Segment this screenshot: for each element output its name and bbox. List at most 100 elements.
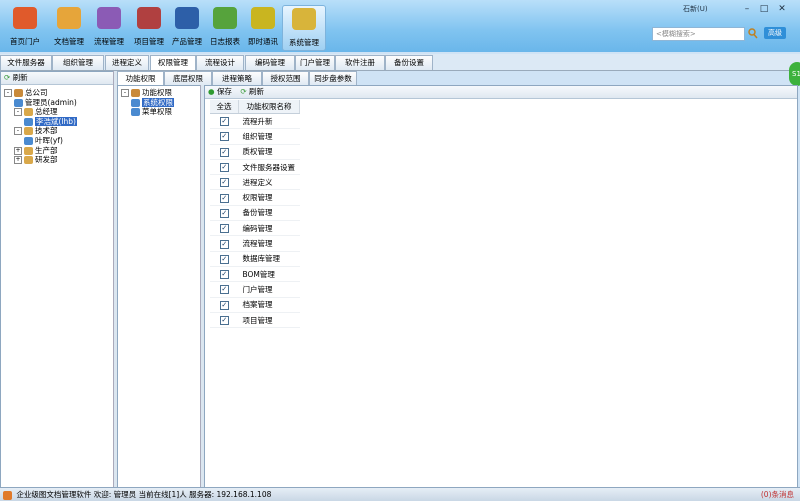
tab-module-0[interactable]: 文件服务器	[0, 55, 52, 70]
search-input[interactable]: <模糊搜索>	[652, 27, 745, 41]
permission-name: 进程定义	[238, 174, 300, 191]
permission-toolbar: ● 保存 ⟳ 刷新	[205, 86, 797, 99]
org-refresh-label: 刷新	[12, 73, 28, 82]
table-row: ✓ 数据库管理	[210, 251, 300, 267]
permission-name: 档案管理	[238, 297, 300, 313]
save-button[interactable]: ● 保存	[208, 87, 234, 96]
permission-checkbox[interactable]: ✓	[219, 270, 229, 280]
refresh-button[interactable]: ⟳ 刷新	[240, 87, 264, 96]
permission-name: 项目管理	[238, 312, 300, 329]
permission-name: BOM管理	[238, 266, 300, 283]
nav-label: 系统管理	[289, 38, 319, 47]
nav-report-button[interactable]: 日志报表	[204, 5, 246, 49]
settings-icon	[292, 8, 316, 30]
permission-checkbox[interactable]: ✓	[219, 163, 229, 173]
tree-node-label: 研发部	[35, 155, 58, 165]
tree-node[interactable]: 菜单权限	[131, 106, 172, 117]
select-all-header[interactable]: 全选	[210, 100, 239, 114]
sub-tabs: 功能权限 底层权限 进程策略 授权范围 同步盘参数	[117, 71, 800, 85]
maximize-button[interactable]: □	[757, 3, 771, 15]
collapse-icon[interactable]: -	[14, 108, 22, 117]
permission-name: 编码管理	[238, 220, 300, 237]
nav-house-button[interactable]: 首页门户	[4, 5, 46, 49]
save-label: 保存	[216, 87, 232, 96]
nav-globe-button[interactable]: 产品管理	[166, 5, 208, 49]
expand-icon[interactable]: +	[14, 156, 22, 165]
row-checkbox-cell: ✓	[210, 144, 239, 160]
permission-checkbox[interactable]: ✓	[219, 117, 229, 127]
permission-checkbox[interactable]: ✓	[219, 147, 229, 157]
advanced-search-button[interactable]: 高级	[764, 27, 786, 39]
permission-table: 全选 功能权限名称 ✓ 流程升新 ✓ 组织管理 ✓ 质权管理 ✓ 文件服务器设置 ✓ 进程定义 ✓ 权…	[210, 100, 300, 329]
row-checkbox-cell: ✓	[210, 235, 239, 252]
table-row: ✓ 进程定义	[210, 174, 300, 191]
collapse-icon[interactable]: -	[121, 89, 129, 97]
message-link[interactable]: (0)条消息	[761, 488, 794, 501]
permission-name: 组织管理	[238, 128, 300, 145]
tab-module-7[interactable]: 软件注册	[335, 55, 385, 70]
permission-checkbox[interactable]: ✓	[219, 239, 229, 249]
row-checkbox-cell: ✓	[210, 205, 239, 222]
permission-checkbox[interactable]: ✓	[219, 178, 229, 188]
folder-icon	[57, 7, 81, 29]
table-row: ✓ 项目管理	[210, 312, 300, 329]
row-checkbox-cell: ✓	[210, 189, 239, 206]
search-icon[interactable]	[748, 27, 758, 39]
nav-workflow-button[interactable]: 流程管理	[88, 5, 130, 49]
tab-sub-3[interactable]: 授权范围	[262, 71, 309, 85]
permission-checkbox[interactable]: ✓	[219, 193, 229, 203]
tab-sub-4[interactable]: 同步盘参数	[309, 71, 357, 85]
table-row: ✓ 流程管理	[210, 235, 300, 252]
nav-label: 文档管理	[54, 37, 84, 46]
permission-checkbox[interactable]: ✓	[219, 285, 229, 295]
table-row: ✓ 门户管理	[210, 281, 300, 298]
permission-checkbox[interactable]: ✓	[219, 316, 229, 325]
nav-label: 项目管理	[134, 37, 164, 46]
row-checkbox-cell: ✓	[210, 281, 239, 298]
tab-module-8[interactable]: 备份设置	[385, 55, 433, 70]
globe-icon	[175, 7, 199, 29]
workflow-icon	[97, 7, 121, 29]
table-row: ✓ BOM管理	[210, 266, 300, 283]
tab-module-3[interactable]: 权限管理	[150, 55, 196, 70]
permission-checkbox[interactable]: ✓	[219, 208, 229, 218]
nav-books-button[interactable]: 项目管理	[128, 5, 170, 49]
nav-chat-button[interactable]: 即时通讯	[242, 5, 284, 49]
collapse-icon[interactable]: -	[14, 127, 22, 136]
folder-icon	[24, 156, 33, 165]
report-icon	[213, 7, 237, 29]
refresh-icon: ⟳	[4, 73, 11, 82]
tab-sub-0[interactable]: 功能权限	[117, 71, 164, 85]
tree-node[interactable]: + 研发部	[14, 154, 58, 165]
tab-sub-2[interactable]: 进程策略	[212, 71, 262, 85]
permission-checkbox[interactable]: ✓	[219, 132, 229, 142]
minimize-button[interactable]: –	[740, 3, 754, 15]
row-checkbox-cell: ✓	[210, 128, 239, 145]
org-refresh-button[interactable]: ⟳ 刷新	[1, 72, 114, 85]
books-icon	[137, 7, 161, 29]
table-row: ✓ 备份管理	[210, 205, 300, 222]
permission-checkbox[interactable]: ✓	[219, 254, 229, 264]
collapse-icon[interactable]: -	[4, 89, 12, 97]
tab-module-1[interactable]: 组织管理	[52, 55, 104, 70]
permission-name: 权限管理	[238, 189, 300, 206]
row-checkbox-cell: ✓	[210, 297, 239, 313]
tab-sub-1[interactable]: 底层权限	[164, 71, 212, 85]
row-checkbox-cell: ✓	[210, 312, 239, 329]
tab-module-4[interactable]: 流程设计	[196, 55, 244, 70]
refresh-icon: ⟳	[240, 87, 247, 96]
close-button[interactable]: ✕	[775, 3, 789, 15]
tab-module-6[interactable]: 门户管理	[295, 55, 335, 70]
permission-checkbox[interactable]: ✓	[219, 224, 229, 234]
user-link[interactable]: 石新(U)	[683, 4, 708, 14]
nav-label: 日志报表	[210, 37, 240, 46]
permission-checkbox[interactable]: ✓	[219, 300, 229, 310]
tab-module-2[interactable]: 进程定义	[105, 55, 149, 70]
tab-module-5[interactable]: 编码管理	[245, 55, 295, 70]
nav-settings-button[interactable]: 系统管理	[282, 5, 326, 51]
module-tabs: 文件服务器 组织管理 进程定义 权限管理 流程设计 编码管理 门户管理 软件注册 备份设置	[0, 54, 800, 71]
nav-folder-button[interactable]: 文档管理	[48, 5, 90, 49]
table-row: ✓ 档案管理	[210, 297, 300, 313]
permission-list-panel: ● 保存 ⟳ 刷新 全选 功能权限名称 ✓ 流程升新 ✓ 组织管理 ✓ 质权管理 ✓ 文件服务…	[204, 85, 798, 489]
tree-node-label: 菜单权限	[142, 107, 172, 117]
